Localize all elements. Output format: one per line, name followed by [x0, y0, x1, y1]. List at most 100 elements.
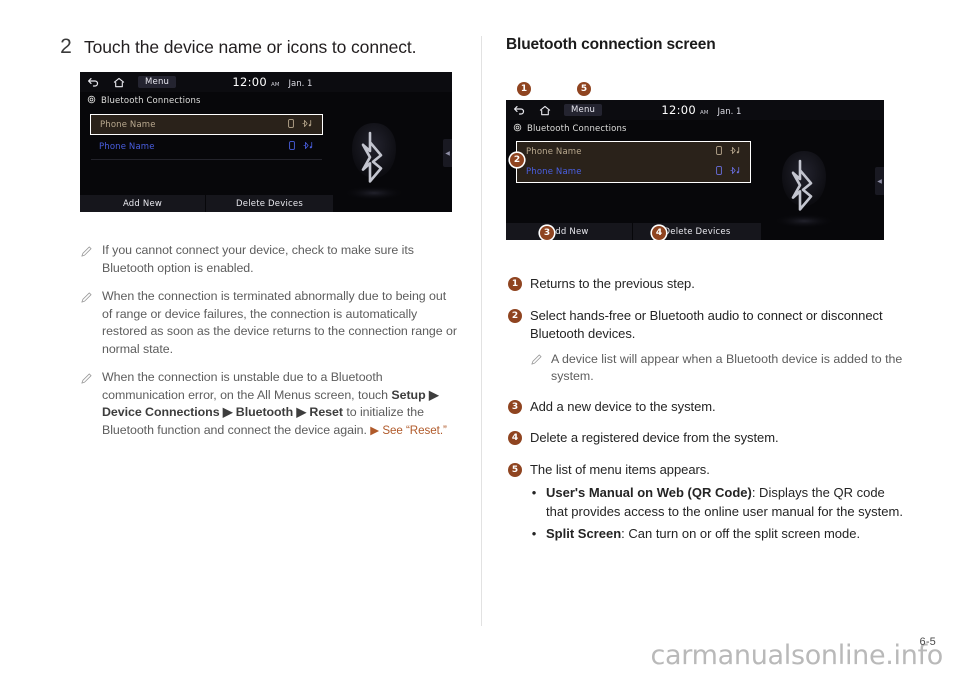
screen-title-bar: Bluetooth Connections [80, 92, 452, 109]
screen-body: ◀ Phone Name Phone Name Add New Delete D… [506, 137, 884, 240]
sub-note: A device list will appear when a Bluetoo… [530, 351, 906, 385]
add-new-button[interactable]: Add New [80, 195, 206, 212]
manual-page: 2 Touch the device name or icons to conn… [0, 0, 960, 677]
bluetooth-logo [764, 145, 844, 231]
home-icon[interactable] [106, 74, 132, 91]
bluetooth-audio-icon[interactable] [302, 119, 313, 131]
note-text: When the connection is unstable due to a… [102, 370, 447, 437]
menu-button[interactable]: Menu [138, 76, 177, 88]
clock-time: 12:00 [232, 75, 268, 89]
bullet-dot: • [531, 485, 537, 500]
section-title: Bluetooth connection screen [506, 36, 716, 53]
callout-badge: 3 [508, 399, 522, 414]
screen-button-bar: Add New Delete Devices [80, 195, 333, 212]
gear-icon [87, 95, 96, 107]
callout-badge: 1 [508, 277, 522, 291]
pencil-icon [80, 288, 93, 358]
callout-1: 1 [517, 82, 531, 96]
list-separator [91, 159, 322, 160]
step-heading: 2 Touch the device name or icons to conn… [58, 34, 458, 60]
status-bar: Menu 12:00 AM Jan. 1 [506, 100, 884, 120]
bluetooth-audio-icon[interactable] [730, 166, 741, 178]
phone-icon[interactable] [289, 140, 295, 153]
phone-icon[interactable] [716, 165, 722, 178]
screen-title-bar: Bluetooth Connections [506, 120, 884, 137]
bullet-text: Split Screen: Can turn on or off the spl… [546, 526, 861, 541]
callout-4: 4 [652, 226, 666, 240]
device-icons [288, 118, 313, 131]
clock-ampm: AM [271, 82, 280, 88]
list-item: • User's Manual on Web (QR Code): Displa… [530, 484, 906, 521]
bullet-dot: • [531, 526, 537, 541]
callout-badge: 2 [508, 308, 522, 323]
bluetooth-connections-screenshot-left: Menu 12:00 AM Jan. 1 Bluetooth Connectio… [80, 72, 452, 212]
phone-icon[interactable] [716, 146, 722, 158]
note-text: When the connection is terminated abnorm… [102, 289, 457, 356]
callout-badge: 4 [508, 431, 522, 445]
gear-icon [513, 123, 522, 135]
back-arrow-icon[interactable] [80, 74, 106, 91]
callout-text: Returns to the previous step. [530, 276, 695, 291]
device-icons [716, 165, 741, 178]
device-name: Phone Name [99, 141, 155, 152]
menu-button[interactable]: Menu [564, 104, 603, 116]
callout-description-4: 4 Delete a registered device from the sy… [508, 429, 906, 448]
clock-time: 12:00 [661, 103, 697, 117]
screen-title: Bluetooth Connections [527, 123, 627, 134]
device-list-highlight: Phone Name Phone Name [516, 141, 751, 183]
clock-date: Jan. 1 [717, 107, 742, 117]
pencil-icon [530, 351, 543, 385]
side-panel-handle[interactable]: ◀ [875, 167, 884, 195]
callout-text: Select hands-free or Bluetooth audio to … [530, 307, 883, 342]
step-number: 2 [60, 35, 72, 58]
column-divider [481, 36, 482, 626]
note-bluetooth-enabled: If you cannot connect your device, check… [80, 242, 458, 277]
callout-3: 3 [540, 226, 554, 240]
callout-description-3: 3 Add a new device to the system. [508, 398, 906, 417]
home-icon[interactable] [532, 102, 558, 119]
screen-body: ◀ Phone Name Phone Name Add New Delete D… [80, 109, 452, 212]
callout-2: 2 [510, 153, 524, 167]
clock-ampm: AM [700, 110, 709, 116]
device-row-connected[interactable]: Phone Name [90, 137, 323, 156]
bluetooth-audio-icon[interactable] [303, 141, 314, 153]
callout-descriptions: 1 Returns to the previous step. 2 Select… [508, 275, 906, 561]
bullet-text: User's Manual on Web (QR Code): Displays… [546, 485, 903, 519]
device-name: Phone Name [526, 147, 582, 157]
right-column: Bluetooth connection screen 1 5 Menu 12:… [506, 36, 906, 541]
menu-item-bullets: • User's Manual on Web (QR Code): Displa… [530, 484, 906, 544]
back-arrow-icon[interactable] [506, 102, 532, 119]
screen-title: Bluetooth Connections [101, 95, 201, 106]
bluetooth-audio-icon[interactable] [730, 146, 741, 158]
status-bar: Menu 12:00 AM Jan. 1 [80, 72, 452, 92]
list-item: • Split Screen: Can turn on or off the s… [530, 525, 906, 544]
delete-devices-button[interactable]: Delete Devices [206, 195, 333, 212]
note-text: If you cannot connect your device, check… [102, 243, 414, 275]
clock-date: Jan. 1 [288, 79, 313, 89]
callout-description-1: 1 Returns to the previous step. [508, 275, 906, 294]
callout-description-5: 5 The list of menu items appears. • User… [508, 461, 906, 548]
callout-5: 5 [577, 82, 591, 96]
device-name: Phone Name [526, 166, 582, 177]
device-name: Phone Name [100, 119, 156, 130]
device-row-selected[interactable]: Phone Name [517, 142, 750, 162]
clock: 12:00 AM Jan. 1 [661, 103, 741, 117]
callout-text: Add a new device to the system. [530, 398, 716, 414]
side-panel-handle[interactable]: ◀ [443, 139, 452, 167]
clock: 12:00 AM Jan. 1 [232, 75, 312, 89]
phone-icon[interactable] [288, 118, 294, 131]
bluetooth-logo [334, 117, 414, 203]
callout-badge: 5 [508, 462, 522, 477]
pencil-icon [80, 242, 93, 277]
device-row-connected[interactable]: Phone Name [517, 162, 750, 181]
callout-description-2: 2 Select hands-free or Bluetooth audio t… [508, 307, 906, 385]
device-row-selected[interactable]: Phone Name [90, 114, 323, 135]
add-new-button[interactable]: Add New [506, 223, 633, 240]
left-column: 2 Touch the device name or icons to conn… [58, 34, 458, 437]
left-notes: If you cannot connect your device, check… [80, 242, 458, 450]
device-icons [716, 146, 741, 158]
note-reset-path: When the connection is unstable due to a… [80, 369, 458, 439]
bluetooth-connections-screenshot-right: Menu 12:00 AM Jan. 1 Bluetooth Connectio… [506, 100, 884, 240]
callout-text: The list of menu items appears. [530, 461, 710, 477]
sub-note-text: A device list will appear when a Bluetoo… [551, 351, 903, 383]
